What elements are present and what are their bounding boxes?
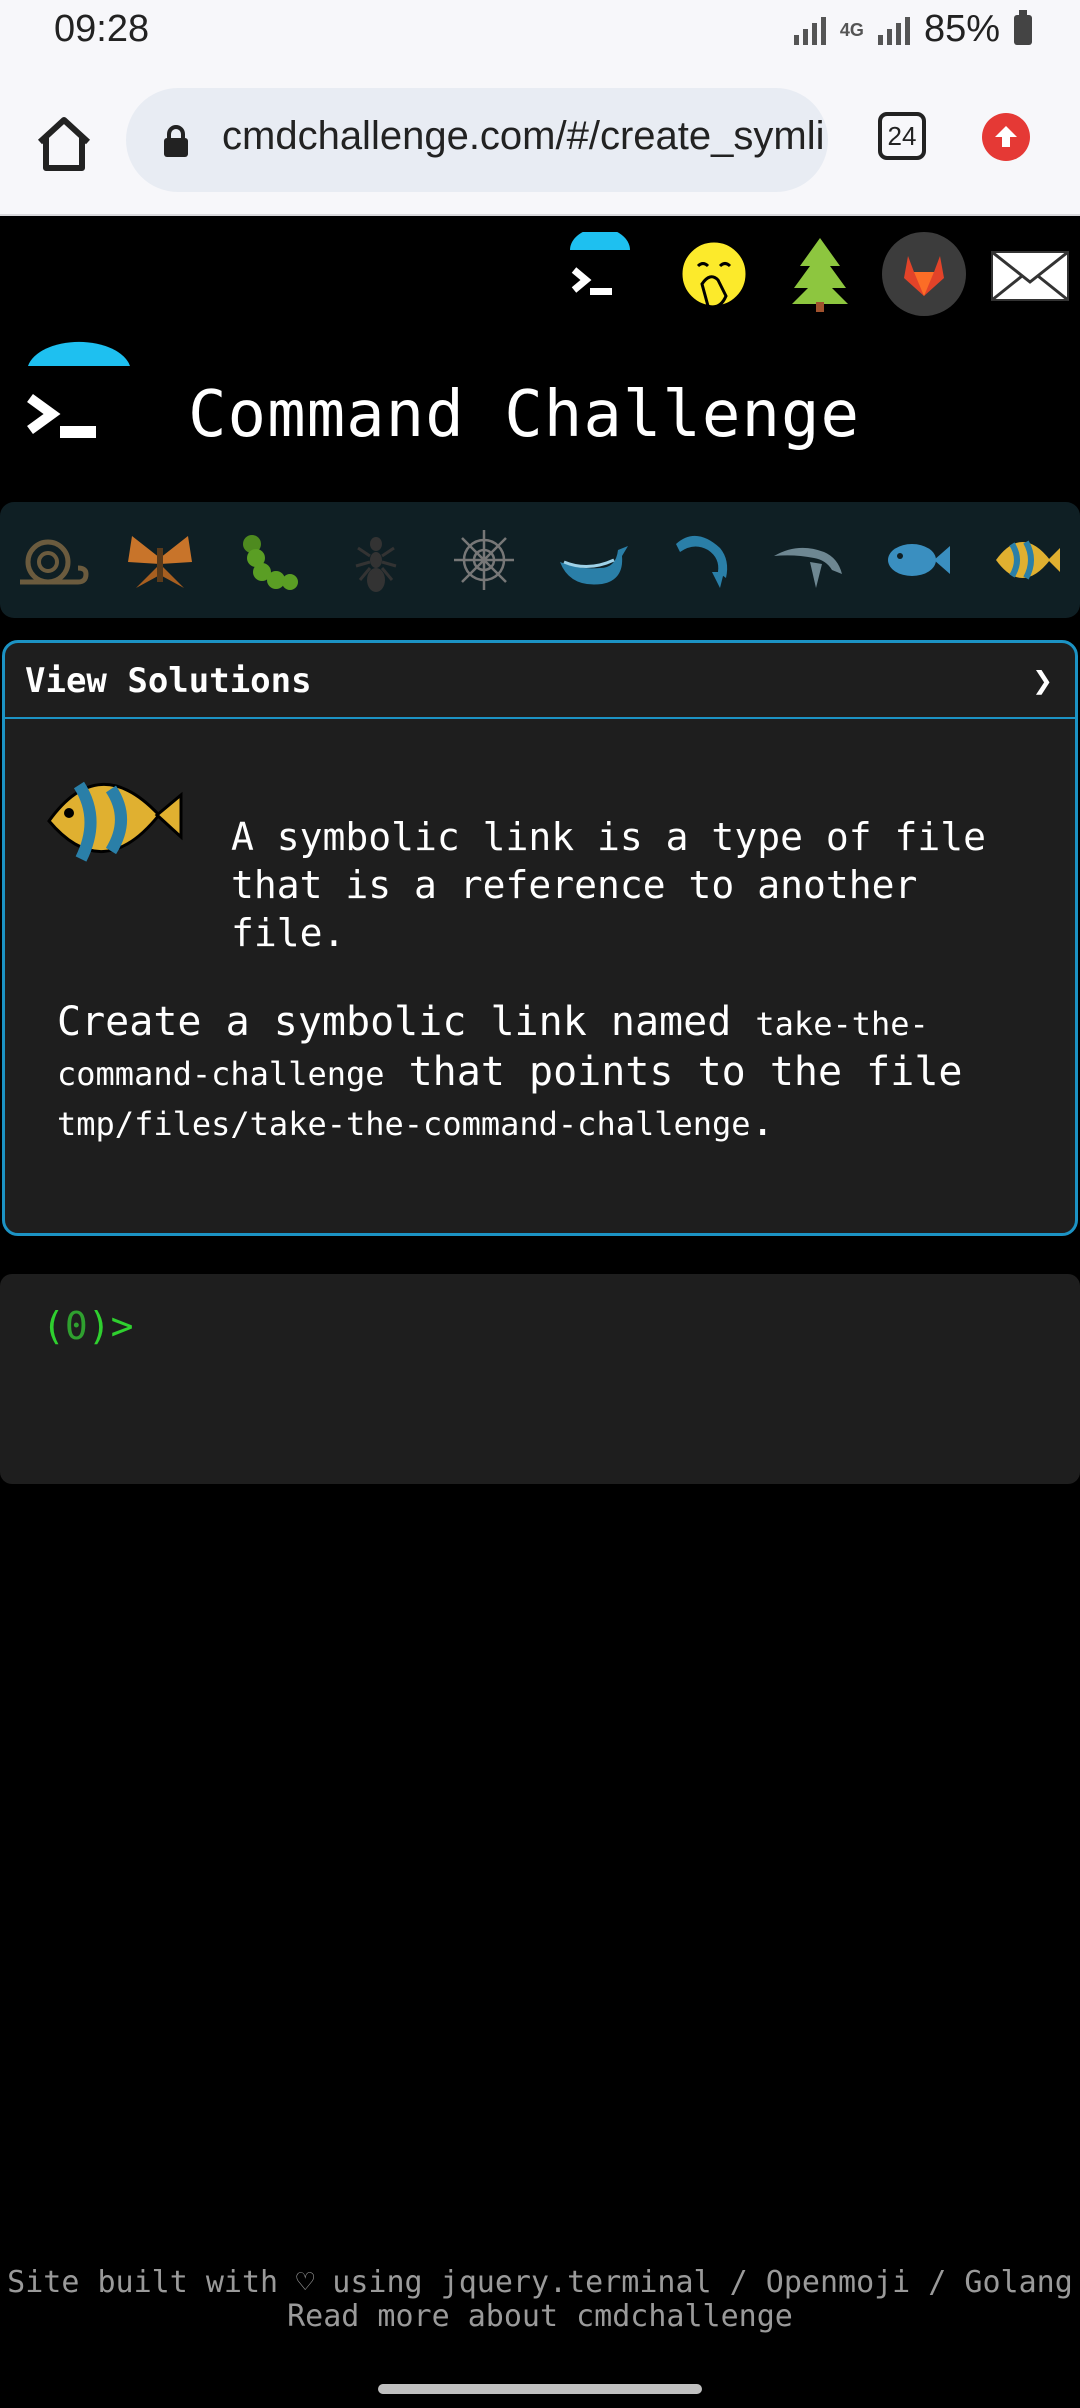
footer: Site built with ♡ using jquery.terminal … — [0, 2266, 1080, 2334]
tropical-fish-icon[interactable] — [986, 522, 1062, 598]
tropical-fish-icon — [47, 781, 183, 862]
target-path: tmp/files/take-the-command-challenge — [57, 1105, 751, 1143]
spider-web-icon[interactable] — [446, 522, 522, 598]
chevron-right-icon[interactable]: ❯ — [1033, 661, 1053, 701]
gesture-bar[interactable] — [378, 2384, 702, 2394]
hand-over-mouth-emoji-icon[interactable] — [672, 232, 756, 316]
browser-toolbar: cmdchallenge.com/#/create_symli 24 — [0, 66, 1080, 216]
signal-icon — [793, 15, 826, 45]
terminal-icon[interactable] — [556, 232, 640, 316]
update-icon[interactable] — [982, 113, 1030, 161]
tree-icon[interactable] — [778, 232, 862, 316]
fish-icon[interactable] — [878, 522, 954, 598]
site-logo-icon[interactable] — [22, 340, 132, 450]
task-text: that points to the file — [384, 1049, 963, 1095]
battery-icon — [1014, 9, 1032, 45]
dolphin-icon[interactable] — [770, 522, 846, 598]
address-bar[interactable]: cmdchallenge.com/#/create_symli — [126, 88, 828, 192]
snail-icon[interactable] — [14, 522, 90, 598]
whale-icon[interactable] — [554, 522, 630, 598]
challenge-intro: A symbolic link is a type of file that i… — [231, 815, 986, 955]
prompt-part: )> — [87, 1304, 134, 1348]
prompt-part: ( — [42, 1304, 65, 1348]
dolphin-jump-icon[interactable] — [662, 522, 738, 598]
gitlab-icon[interactable] — [882, 232, 966, 316]
caterpillar-icon[interactable] — [230, 522, 306, 598]
tab-switcher-button[interactable]: 24 — [878, 112, 926, 160]
footer-about-link[interactable]: Read more about cmdchallenge — [0, 2300, 1080, 2334]
envelope-icon[interactable] — [988, 232, 1072, 316]
challenge-task: Create a symbolic link named take-the-co… — [57, 998, 1017, 1148]
challenge-progress-strip — [0, 502, 1080, 618]
view-solutions-header[interactable]: View Solutions ❯ — [5, 643, 1075, 719]
page-title: Command Challenge — [188, 378, 861, 452]
status-indicators: 4G 85% — [793, 8, 1032, 51]
url-text[interactable]: cmdchallenge.com/#/create_symli — [222, 114, 824, 159]
prompt-count: 0 — [64, 1304, 88, 1348]
challenge-card: View Solutions ❯ A symbolic link is a ty… — [2, 640, 1078, 1236]
battery-percent: 85% — [923, 8, 1000, 50]
site-icon-row — [0, 218, 1080, 318]
terminal-prompt: (0)> — [42, 1304, 134, 1348]
task-text: Create a symbolic link named — [57, 999, 756, 1045]
status-time: 09:28 — [54, 8, 150, 50]
network-type: 4G — [839, 19, 864, 40]
status-bar: 09:28 4G 85% — [0, 0, 1080, 66]
view-solutions-label[interactable]: View Solutions — [25, 661, 312, 701]
terminal-input[interactable]: (0)> — [0, 1274, 1080, 1484]
butterfly-icon[interactable] — [122, 522, 198, 598]
signal-icon-2 — [877, 15, 910, 45]
task-text: . — [750, 1099, 775, 1145]
home-icon[interactable] — [32, 112, 96, 176]
lock-icon — [164, 125, 188, 157]
footer-credits[interactable]: Site built with ♡ using jquery.terminal … — [0, 2266, 1080, 2300]
ant-icon[interactable] — [338, 522, 414, 598]
